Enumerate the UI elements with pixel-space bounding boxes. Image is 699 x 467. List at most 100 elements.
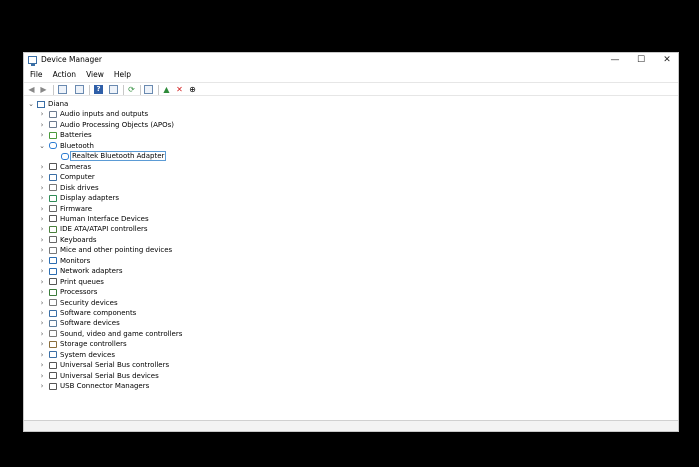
tree-category[interactable]: › Sound, video and game controllers — [24, 329, 324, 339]
tree-category[interactable]: › Mice and other pointing devices — [24, 245, 324, 255]
expand-chevron-icon[interactable]: › — [38, 360, 46, 370]
expand-chevron-icon[interactable]: › — [38, 120, 46, 130]
properties-pane-icon[interactable] — [58, 85, 67, 94]
camera-icon — [49, 163, 57, 171]
title-bar: Device Manager — ☐ ✕ — [24, 53, 678, 68]
expand-chevron-icon[interactable]: › — [38, 318, 46, 328]
expand-chevron-icon[interactable]: › — [38, 162, 46, 172]
minimize-button[interactable]: — — [602, 53, 628, 68]
tree-category-label: Sound, video and game controllers — [60, 329, 183, 338]
back-icon[interactable]: ◀ — [27, 85, 36, 94]
expand-chevron-icon[interactable]: › — [38, 245, 46, 255]
expand-chevron-icon[interactable]: › — [38, 193, 46, 203]
tree-category[interactable]: ⌄ Bluetooth — [24, 141, 324, 151]
expand-chevron-icon[interactable]: › — [38, 381, 46, 391]
computer-icon — [37, 100, 45, 108]
expand-chevron-icon[interactable]: › — [38, 350, 46, 360]
usb-icon — [49, 361, 57, 369]
storage-icon — [49, 340, 57, 348]
tree-category-label: USB Connector Managers — [60, 382, 150, 391]
expand-chevron-icon[interactable]: › — [38, 214, 46, 224]
tree-category[interactable]: › System devices — [24, 350, 324, 360]
device-manager-window: Device Manager — ☐ ✕ File Action View He… — [23, 52, 679, 432]
tree-category[interactable]: › Audio Processing Objects (APOs) — [24, 120, 324, 130]
tree-category[interactable]: › Processors — [24, 287, 324, 297]
tree-category[interactable]: › USB Connector Managers — [24, 381, 324, 391]
tree-category-label: Bluetooth — [60, 141, 94, 150]
tree-category-label: Audio inputs and outputs — [60, 110, 149, 119]
tree-category[interactable]: › Keyboards — [24, 235, 324, 245]
tree-category[interactable]: › Storage controllers — [24, 339, 324, 349]
tree-category-label: Monitors — [60, 256, 91, 265]
tree-category-label: Mice and other pointing devices — [60, 246, 173, 255]
expand-chevron-icon[interactable]: › — [38, 298, 46, 308]
software-device-icon — [49, 319, 57, 327]
expand-chevron-icon[interactable]: › — [38, 277, 46, 287]
tree-category[interactable]: › Display adapters — [24, 193, 324, 203]
expand-chevron-icon[interactable]: › — [38, 256, 46, 266]
expand-chevron-icon[interactable]: › — [38, 204, 46, 214]
expand-chevron-icon[interactable]: › — [38, 130, 46, 140]
firmware-icon — [49, 205, 57, 212]
computer-icon — [49, 173, 57, 181]
forward-icon[interactable]: ▶ — [39, 85, 48, 94]
menu-file[interactable]: File — [30, 69, 43, 81]
tree-category-label: Software components — [60, 309, 137, 317]
uninstall-device-icon[interactable]: ✕ — [175, 85, 184, 94]
tree-category-label: Human Interface Devices — [60, 214, 149, 223]
details-icon[interactable] — [109, 85, 118, 94]
tree-category[interactable]: › Network adapters — [24, 266, 324, 276]
toolbar: ◀ ▶ ? ⟳ ▲ ✕ ⊕ — [24, 82, 678, 96]
tree-category[interactable]: › Cameras — [24, 162, 324, 172]
security-icon — [49, 299, 57, 307]
close-button[interactable]: ✕ — [654, 53, 678, 68]
tree-category[interactable]: › Computer — [24, 172, 324, 182]
status-bar — [24, 420, 678, 431]
scan-hardware-icon[interactable] — [144, 85, 153, 94]
tree-category[interactable]: › Audio inputs and outputs — [24, 109, 324, 119]
tree-category[interactable]: › Software devices — [24, 318, 324, 328]
menu-help[interactable]: Help — [114, 69, 131, 81]
tree-category[interactable]: › IDE ATA/ATAPI controllers — [24, 224, 324, 234]
tree-category[interactable]: › Universal Serial Bus devices — [24, 371, 324, 381]
tree-category[interactable]: › Firmware — [24, 204, 324, 214]
expand-chevron-icon[interactable]: › — [38, 172, 46, 182]
expand-chevron-icon[interactable]: › — [38, 109, 46, 119]
expand-chevron-icon[interactable]: › — [38, 371, 46, 381]
list-icon[interactable] — [75, 85, 84, 94]
expand-chevron-icon[interactable]: › — [38, 266, 46, 276]
expand-chevron-icon[interactable]: › — [38, 183, 46, 193]
download-driver-icon[interactable]: ⊕ — [188, 85, 197, 94]
tree-root[interactable]: ⌄ Diana — [24, 99, 224, 109]
menu-view[interactable]: View — [86, 69, 104, 81]
help-icon[interactable]: ? — [94, 85, 103, 94]
tree-category-label: Print queues — [60, 277, 104, 286]
update-driver-icon[interactable]: ⟳ — [127, 85, 136, 94]
expand-chevron-icon[interactable]: › — [38, 287, 46, 297]
tree-category-label: Software devices — [60, 319, 120, 328]
bluetooth-icon — [61, 152, 69, 160]
tree-category[interactable]: › Print queues — [24, 277, 324, 287]
printer-icon — [49, 278, 57, 286]
tree-category[interactable]: › Universal Serial Bus controllers — [24, 360, 324, 370]
tree-category[interactable]: › Batteries — [24, 130, 324, 140]
speaker-icon — [49, 110, 57, 118]
tree-category[interactable]: › Human Interface Devices — [24, 214, 324, 224]
enable-device-icon[interactable]: ▲ — [162, 85, 171, 94]
expand-chevron-icon[interactable]: › — [38, 308, 46, 318]
expand-chevron-icon[interactable]: › — [38, 224, 46, 234]
tree-category[interactable]: › Software components — [24, 308, 324, 318]
tree-category[interactable]: › Disk drives — [24, 183, 324, 193]
expand-chevron-icon[interactable]: ⌄ — [27, 99, 35, 109]
menu-action[interactable]: Action — [53, 69, 77, 81]
tree-category[interactable]: › Monitors — [24, 256, 324, 266]
expand-chevron-icon[interactable]: › — [38, 339, 46, 349]
collapse-chevron-icon[interactable]: ⌄ — [38, 141, 46, 151]
expand-chevron-icon[interactable]: › — [38, 329, 46, 339]
maximize-button[interactable]: ☐ — [628, 53, 654, 68]
tree-category[interactable]: › Security devices — [24, 298, 324, 308]
expand-chevron-icon[interactable]: › — [38, 235, 46, 245]
tree-device[interactable]: Realtek Bluetooth Adapter — [24, 151, 324, 162]
device-manager-app-icon — [28, 56, 37, 66]
speaker-icon — [49, 121, 57, 129]
